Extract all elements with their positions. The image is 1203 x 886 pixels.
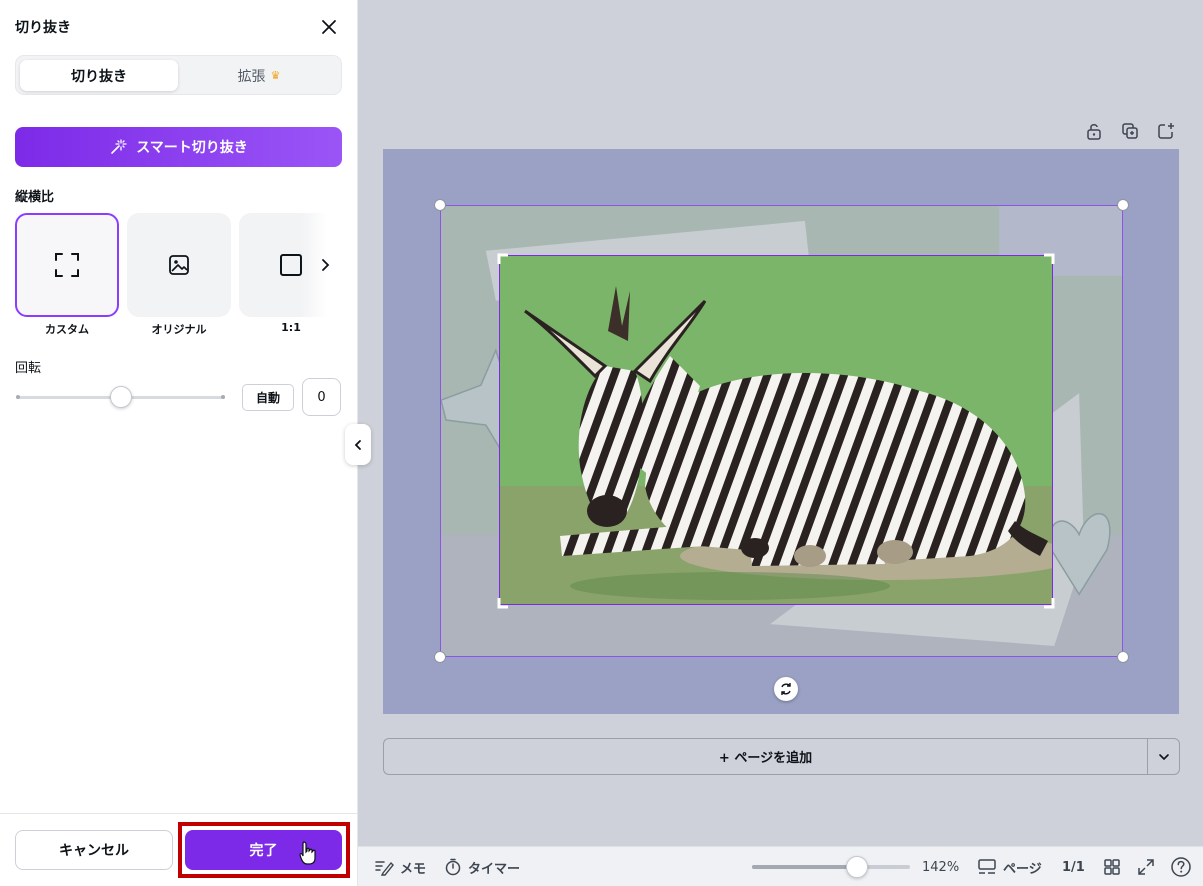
resize-handle-bottom-left[interactable] [434,651,446,663]
add-page-button[interactable]: + ページを追加 [383,738,1147,775]
crop-area[interactable] [499,255,1053,605]
pages-icon [978,859,996,874]
crown-icon: ♛ [270,69,281,82]
timer-label: タイマー [468,861,521,877]
bottom-toolbar: メモ タイマー 142% ページ 1/1 [358,846,1203,886]
tab-crop-label: 切り抜き [71,68,127,85]
hand-cursor-icon [299,841,316,865]
grid-view-icon[interactable] [1102,857,1122,877]
lock-icon[interactable] [1084,121,1104,141]
notes-label: メモ [400,861,427,877]
chevron-left-icon [354,439,361,450]
zoom-slider-fill [752,865,847,869]
help-icon[interactable] [1170,856,1192,878]
crop-corner-top-left[interactable] [497,253,509,265]
add-page-menu-button[interactable] [1147,738,1180,775]
page-count: 1/1 [1062,859,1085,875]
resize-handle-bottom-right[interactable] [1117,651,1129,663]
collapse-panel-button[interactable] [345,424,371,465]
zoom-value[interactable]: 142% [922,847,959,886]
image-icon [169,255,189,275]
crop-corner-bottom-right[interactable] [1043,597,1055,609]
app: 切り抜き 切り抜き 拡張 ♛ スマート切り抜き 縦横比 カスタム オリジナル 1… [0,0,1203,886]
pages-label: ページ [1003,861,1042,877]
custom-crop-icon [55,253,79,277]
ratio-original[interactable] [127,213,231,317]
crop-mode-tabs: 切り抜き 拡張 ♛ [15,55,342,95]
crop-panel: 切り抜き 切り抜き 拡張 ♛ スマート切り抜き 縦横比 カスタム オリジナル 1… [0,0,358,886]
ratio-custom[interactable] [15,213,119,317]
resize-handle-top-left[interactable] [434,199,446,211]
ratio-original-label: オリジナル [151,323,207,336]
rotation-input[interactable]: 0 [302,378,341,416]
duplicate-icon[interactable] [1120,121,1140,141]
chevron-right-icon[interactable] [314,254,336,276]
done-button[interactable]: 完了 [185,830,342,870]
fullscreen-icon[interactable] [1136,857,1156,877]
smart-crop-button[interactable]: スマート切り抜き [15,127,342,167]
pages-button[interactable]: ページ [977,847,1042,886]
rotate-handle[interactable] [774,677,798,701]
aspect-ratio-list: カスタム オリジナル 1:1 [15,213,341,343]
add-page-icon[interactable] [1156,121,1176,141]
tab-crop[interactable]: 切り抜き [20,60,178,91]
smart-crop-label: スマート切り抜き [136,140,248,156]
tab-expand[interactable]: 拡張 ♛ [180,60,338,91]
rotation-label: 回転 [15,361,42,376]
crop-corner-top-right[interactable] [1043,253,1055,265]
footer-divider [0,813,357,814]
notes-icon [375,861,394,876]
rotate-icon [781,683,791,695]
magic-wand-icon [111,139,127,154]
close-icon[interactable] [318,16,340,38]
rotation-slider-thumb[interactable] [110,386,132,408]
notes-button[interactable]: メモ [374,847,426,886]
resize-handle-top-right[interactable] [1117,199,1129,211]
aspect-ratio-title: 縦横比 [15,190,55,205]
ratio-custom-label: カスタム [45,323,89,336]
zebra-image [500,256,1052,604]
timer-button[interactable]: タイマー [444,847,520,886]
zoom-slider-thumb[interactable] [846,856,868,878]
auto-rotate-button[interactable]: 自動 [242,384,294,411]
ratio-1-1-label: 1:1 [281,321,301,334]
timer-icon [445,858,461,876]
cancel-button[interactable]: キャンセル [15,830,173,870]
chevron-down-icon [1158,753,1169,760]
crop-corner-bottom-left[interactable] [497,597,509,609]
zoom-slider[interactable] [752,865,910,869]
panel-title: 切り抜き [15,20,71,36]
tab-expand-label: 拡張 [237,68,266,85]
